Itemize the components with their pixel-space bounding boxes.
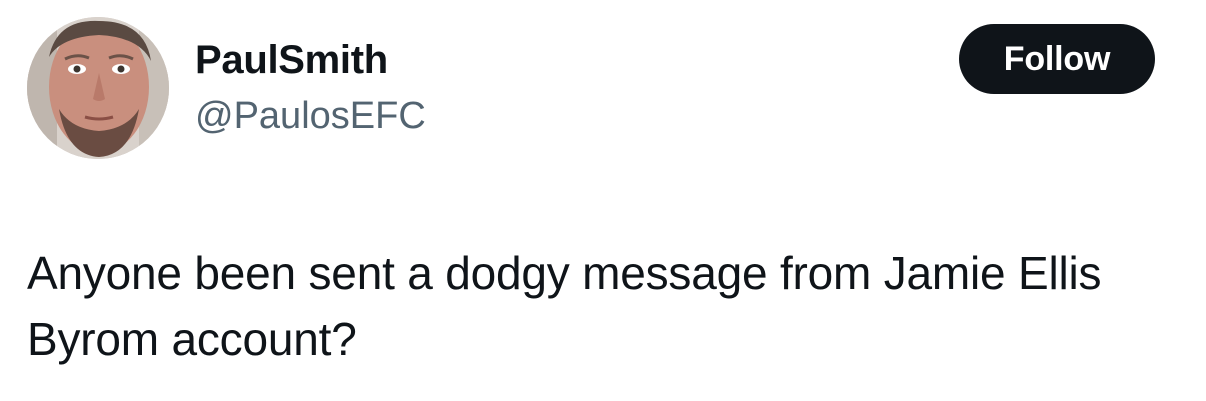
tweet-card: PaulSmith @PaulosEFC Follow Anyone been … [0, 0, 1206, 401]
author-display-name[interactable]: PaulSmith [195, 36, 388, 84]
author-avatar[interactable] [27, 17, 169, 159]
author-handle[interactable]: @PaulosEFC [195, 93, 426, 139]
follow-button[interactable]: Follow [959, 24, 1155, 94]
tweet-text: Anyone been sent a dodgy message from Ja… [27, 247, 1102, 365]
avatar-photo-icon [27, 17, 169, 159]
